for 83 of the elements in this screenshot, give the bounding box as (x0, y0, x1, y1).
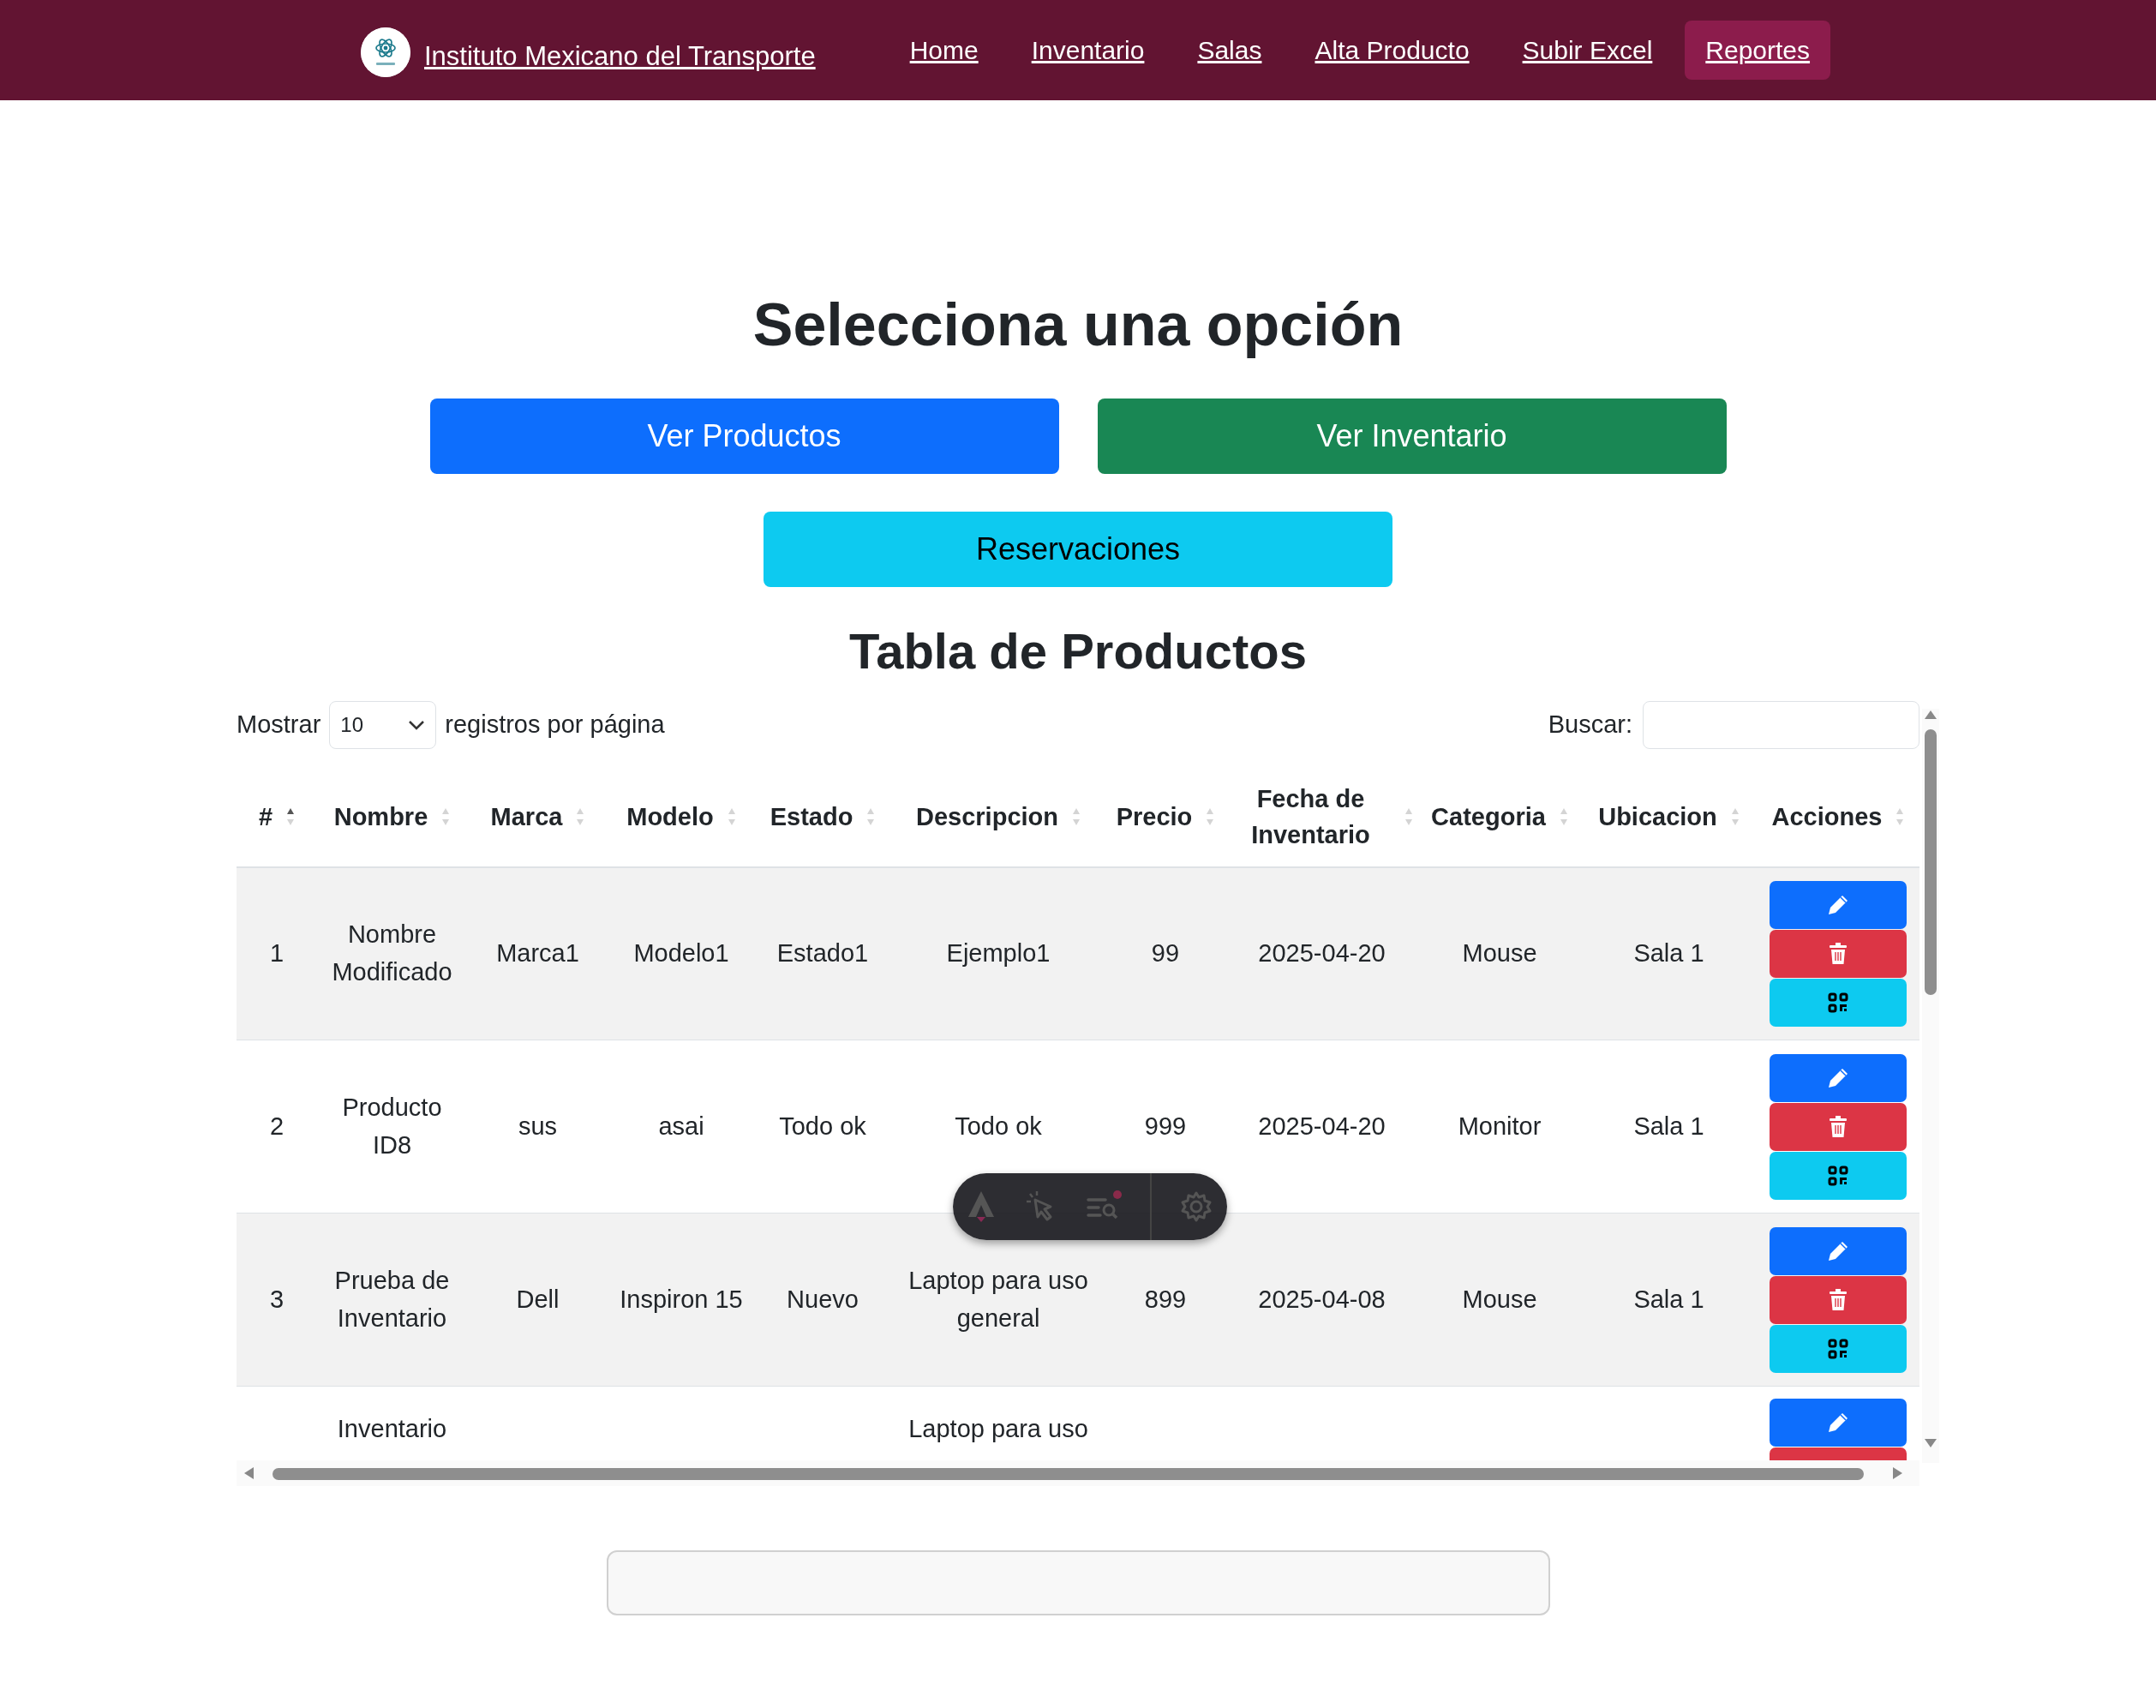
table-cell: Laptop para uso (908, 1415, 1088, 1443)
table-title: Tabla de Productos (848, 622, 1308, 680)
table-cell: 2 (269, 1112, 284, 1140)
qr-button[interactable] (1770, 1151, 1907, 1200)
brand-link[interactable]: Instituto Mexicano del Transporte (424, 37, 816, 77)
table-cell: Dell (516, 1285, 560, 1313)
trash-icon (1829, 942, 1848, 965)
table-cell: 999 (1144, 1112, 1187, 1140)
length-label: registros por página (445, 709, 665, 740)
qr-button[interactable] (1770, 1324, 1907, 1373)
table-cell: 1 (269, 939, 284, 968)
nav-link[interactable]: Inventario (1010, 21, 1165, 80)
nav-link[interactable]: Home (889, 21, 999, 80)
qr-button[interactable] (1770, 978, 1907, 1027)
pencil-icon (1827, 1411, 1849, 1435)
nav-link[interactable]: Reportes (1685, 21, 1831, 80)
column-header[interactable]: Categoria (1431, 798, 1546, 835)
table-cell: Producto ID8 (342, 1094, 442, 1159)
table-cell: Mouse (1462, 939, 1537, 968)
table-cell: Ejemplo1 (946, 939, 1051, 968)
pencil-icon (1827, 1066, 1849, 1089)
qr-code-icon (1828, 1338, 1848, 1359)
table-cell: 2025-04-08 (1258, 1285, 1386, 1313)
edit-button[interactable] (1770, 1226, 1907, 1275)
column-header[interactable]: Estado (770, 798, 853, 835)
column-header[interactable]: Nombre (333, 798, 428, 835)
option-button[interactable]: Reservaciones (764, 512, 1392, 587)
nav-link[interactable]: Salas (1177, 21, 1283, 80)
logo-icon[interactable] (361, 27, 410, 77)
table-cell: asai (658, 1112, 704, 1140)
table-cell: Laptop para uso general (908, 1267, 1088, 1332)
sort-icon[interactable] (286, 806, 296, 826)
table-cell: 2025-04-20 (1258, 939, 1386, 968)
table-cell: Nuevo (787, 1285, 859, 1313)
table-cell: Prueba de Inventario (334, 1267, 450, 1332)
table-cell: Sala 1 (1633, 939, 1704, 968)
table-cell: Inventario (337, 1415, 447, 1443)
length-label: Mostrar (237, 709, 321, 740)
table-cell: 899 (1144, 1285, 1187, 1313)
column-header[interactable]: Marca (490, 798, 563, 835)
table-cell: Nombre Modificado (332, 920, 452, 986)
caret-icon (408, 719, 426, 730)
delete-button[interactable] (1770, 1275, 1907, 1324)
edit-button[interactable] (1770, 1399, 1907, 1447)
option-button[interactable]: Ver Productos (429, 399, 1059, 474)
trash-icon (1829, 1288, 1848, 1311)
search-label: Buscar: (1548, 709, 1632, 740)
rows-per-page-select[interactable]: 10 (329, 700, 437, 749)
table-cell: Sala 1 (1633, 1112, 1704, 1140)
qr-code-icon (1828, 1165, 1848, 1186)
nav-link[interactable]: Subir Excel (1501, 21, 1674, 80)
nav-link[interactable]: Alta Producto (1294, 21, 1490, 80)
pencil-icon (1827, 1239, 1849, 1262)
pencil-icon (1827, 893, 1849, 916)
table-cell: 3 (269, 1285, 284, 1313)
column-header[interactable]: Descripcion (916, 798, 1058, 835)
table-cell: Estado1 (776, 939, 869, 968)
table-cell: Modelo1 (633, 939, 729, 968)
table-cell: Monitor (1458, 1112, 1542, 1140)
qr-code-icon (1828, 992, 1848, 1013)
trash-icon (1829, 1115, 1848, 1138)
table-cell: Marca1 (496, 939, 579, 968)
column-header[interactable]: Acciones (1771, 798, 1883, 835)
table-cell: Inspiron 15 (620, 1285, 743, 1313)
delete-button[interactable] (1770, 929, 1907, 978)
page-heading: Selecciona una opción (752, 291, 1404, 360)
edit-button[interactable] (1770, 1053, 1907, 1102)
delete-button[interactable] (1770, 1102, 1907, 1151)
table-cell: Sala 1 (1633, 1285, 1704, 1313)
table-cell: Mouse (1462, 1285, 1537, 1313)
table-cell: Todo ok (955, 1112, 1042, 1140)
column-header[interactable]: Precio (1116, 798, 1193, 835)
table-cell: Todo ok (779, 1112, 866, 1140)
column-header[interactable]: Ubicacion (1598, 798, 1717, 835)
column-header[interactable]: # (258, 798, 273, 835)
table-cell: sus (518, 1112, 558, 1140)
search-field[interactable] (1643, 700, 1919, 749)
edit-button[interactable] (1770, 880, 1907, 929)
table-cell: 2025-04-20 (1258, 1112, 1386, 1140)
option-button[interactable]: Ver Inventario (1097, 399, 1727, 474)
table-cell: 99 (1151, 939, 1180, 968)
column-header[interactable]: Fecha de Inventario (1231, 780, 1391, 853)
column-header[interactable]: Modelo (626, 798, 714, 835)
